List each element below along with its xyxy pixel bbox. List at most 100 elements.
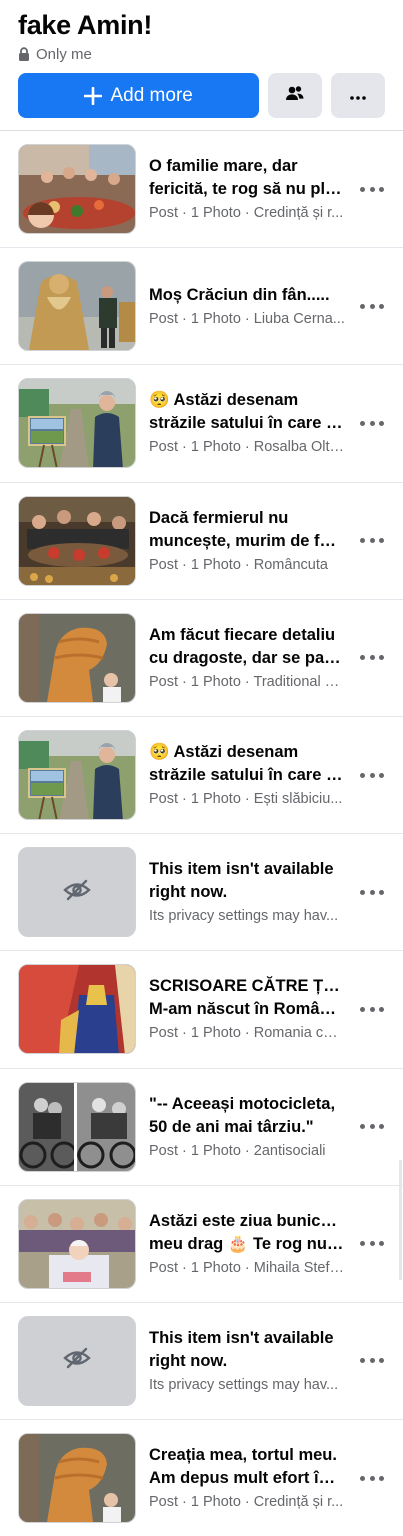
item-title-line-1: "-- Aceeași motocicleta,: [149, 1094, 336, 1113]
post-thumbnail: [18, 1081, 136, 1172]
list-item[interactable]: Dacă fermierul nu muncește, murim de foa.…: [0, 483, 403, 600]
add-more-button[interactable]: Add more: [18, 73, 260, 118]
item-title: Astăzi este ziua bunicului meu drag 🎂 Te …: [149, 1210, 345, 1256]
list-item[interactable]: SCRISOARE CĂTRE ȚARĂ M-am născut în Român…: [0, 951, 403, 1069]
item-text: This item isn't available right now. Its p…: [149, 858, 345, 926]
item-meta: Post · 1 Photo · Romania cu ...: [149, 1025, 345, 1042]
list-item[interactable]: Moș Crăciun din fân..... Post · 1 Photo ·…: [0, 248, 403, 366]
list-item[interactable]: Creația mea, tortul meu. Am depus mult ef…: [0, 1420, 403, 1536]
item-text: Creația mea, tortul meu. Am depus mult ef…: [149, 1444, 345, 1512]
item-meta: Post · 1 Photo · Liuba Cerna...: [149, 310, 345, 327]
list-item[interactable]: This item isn't available right now. Its p…: [0, 834, 403, 952]
item-title: This item isn't available right now.: [149, 858, 345, 904]
item-title-line-1: O familie mare, dar: [149, 157, 298, 176]
post-thumbnail: [18, 261, 136, 352]
post-thumbnail: [18, 612, 136, 703]
item-title: SCRISOARE CĂTRE ȚARĂ M-am născut în Român…: [149, 975, 345, 1021]
item-title-line-2: străzile satului în care lo...: [149, 766, 345, 785]
unavailable-thumbnail: [18, 1315, 136, 1406]
item-title: 🥺 Astăzi desenam străzile satului în care…: [149, 389, 345, 435]
item-more-icon[interactable]: [360, 1356, 384, 1366]
item-text: SCRISOARE CĂTRE ȚARĂ M-am născut în Român…: [149, 975, 345, 1043]
list-item[interactable]: Astăzi este ziua bunicului meu drag 🎂 Te …: [0, 1186, 403, 1303]
post-thumbnail: [18, 730, 136, 821]
scrollbar[interactable]: [399, 1160, 402, 1280]
item-title-line-2: fericită, te rog să nu plec...: [149, 180, 345, 199]
item-text: Dacă fermierul nu muncește, murim de foa.…: [149, 507, 345, 575]
item-meta: Its privacy settings may hav...: [149, 908, 339, 925]
item-text: 🥺 Astăzi desenam străzile satului în care…: [149, 389, 345, 457]
item-title-line-1: This item isn't available: [149, 860, 334, 879]
item-more-icon[interactable]: [360, 536, 384, 546]
item-text: 🥺 Astăzi desenam străzile satului în care…: [149, 741, 345, 809]
item-text: "-- Aceeași motocicleta, 50 de ani mai tâ…: [149, 1093, 345, 1161]
item-meta: Post · 1 Photo · Rosalba Olte...: [149, 439, 345, 456]
item-more-icon[interactable]: [360, 301, 384, 311]
item-more-icon[interactable]: [360, 184, 384, 194]
item-title-line-1: Astăzi este ziua bunicului: [149, 1211, 345, 1230]
item-more-icon[interactable]: [360, 1122, 384, 1132]
privacy-label: Only me: [36, 45, 92, 63]
item-more-icon[interactable]: [360, 887, 384, 897]
item-title-line-2: right now.: [149, 883, 228, 902]
item-title-line-1: Dacă fermierul nu: [149, 508, 289, 527]
item-more-icon[interactable]: [360, 1473, 384, 1483]
privacy-indicator: Only me: [18, 45, 385, 63]
item-title: O familie mare, dar fericită, te rog să n…: [149, 155, 345, 201]
item-title: "-- Aceeași motocicleta, 50 de ani mai tâ…: [149, 1093, 345, 1139]
item-more-icon[interactable]: [360, 770, 384, 780]
more-options-button[interactable]: [331, 73, 385, 118]
item-title-line-2: M-am născut în Români...: [149, 1000, 345, 1019]
action-bar: Add more: [18, 73, 385, 118]
item-text: O familie mare, dar fericită, te rog să n…: [149, 155, 345, 223]
post-thumbnail: [18, 495, 136, 586]
item-text: Astăzi este ziua bunicului meu drag 🎂 Te …: [149, 1210, 345, 1278]
item-title: Dacă fermierul nu muncește, murim de foa.…: [149, 507, 345, 553]
item-text: Am făcut fiecare detaliu cu dragoste, dar…: [149, 624, 345, 692]
item-title: Creația mea, tortul meu. Am depus mult ef…: [149, 1444, 345, 1490]
item-meta: Post · 1 Photo · Românc­uta: [149, 556, 328, 573]
item-more-icon[interactable]: [360, 418, 384, 428]
item-title-line-2: right now.: [149, 1351, 228, 1370]
item-title: Moș Crăciun din fân.....: [149, 284, 345, 307]
list-item[interactable]: 🥺 Astăzi desenam străzile satului în care…: [0, 365, 403, 483]
item-title-line-1: 🥺 Astăzi desenam: [149, 743, 299, 762]
item-more-icon[interactable]: [360, 1004, 384, 1014]
eye-off-icon: [63, 879, 91, 906]
plus-icon: [84, 82, 103, 110]
list-item[interactable]: Am făcut fiecare detaliu cu dragoste, dar…: [0, 600, 403, 717]
item-title: Am făcut fiecare detaliu cu dragoste, dar…: [149, 624, 345, 670]
collection-header: fake Amin! Only me Add more: [0, 0, 403, 131]
item-title-line-2: muncește, murim de foa...: [149, 531, 345, 550]
item-title-line-2: Am depus mult efort în a...: [149, 1469, 345, 1488]
item-title-line-2: cu dragoste, dar se pare ...: [149, 648, 345, 667]
item-title: This item isn't available right now.: [149, 1327, 345, 1373]
item-meta: Post · 1 Photo · Credință și r...: [149, 1494, 344, 1511]
lock-icon: [18, 47, 30, 61]
list-item[interactable]: This item isn't available right now. Its p…: [0, 1303, 403, 1421]
saved-items-list: O familie mare, dar fericită, te rog să n…: [0, 131, 403, 1536]
post-thumbnail: [18, 1433, 136, 1524]
item-title-line-2: meu drag 🎂 Te rog nu p...: [149, 1234, 345, 1253]
contributors-button[interactable]: [268, 73, 323, 118]
item-text: This item isn't available right now. Its p…: [149, 1327, 345, 1395]
page-title: fake Amin!: [18, 10, 153, 40]
item-meta: Post · 1 Photo · Mihaila Stefan: [149, 1259, 345, 1276]
item-meta: Post · 1 Photo · Traditional R...: [149, 673, 345, 690]
more-horizontal-icon: [350, 87, 366, 105]
item-title-line-2: străzile satului în care lo...: [149, 414, 345, 433]
list-item[interactable]: "-- Aceeași motocicleta, 50 de ani mai tâ…: [0, 1069, 403, 1186]
post-thumbnail: [18, 964, 136, 1055]
item-more-icon[interactable]: [360, 653, 384, 663]
post-thumbnail: [18, 1198, 136, 1289]
item-title-line-2: 50 de ani mai târziu.": [149, 1117, 314, 1136]
post-thumbnail: [18, 378, 136, 469]
item-title-line-1: Creația mea, tortul meu.: [149, 1446, 337, 1465]
list-item[interactable]: 🥺 Astăzi desenam străzile satului în care…: [0, 717, 403, 835]
item-meta: Post · 1 Photo · 2antisociali: [149, 1142, 326, 1159]
item-title-line-1: This item isn't available: [149, 1328, 334, 1347]
item-meta: Its privacy settings may hav...: [149, 1376, 339, 1393]
list-item[interactable]: O familie mare, dar fericită, te rog să n…: [0, 131, 403, 249]
item-more-icon[interactable]: [360, 1239, 384, 1249]
item-title: 🥺 Astăzi desenam străzile satului în care…: [149, 741, 345, 787]
